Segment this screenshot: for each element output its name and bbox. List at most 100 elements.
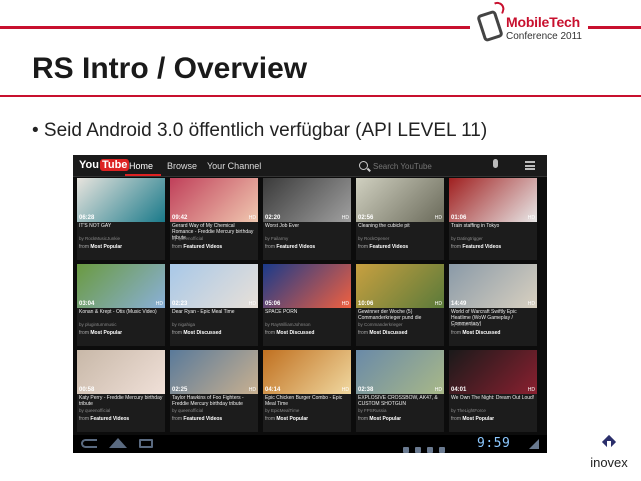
tab-browse[interactable]: Browse (167, 161, 197, 171)
home-icon[interactable] (109, 438, 127, 448)
video-feed-name: Featured Videos (90, 416, 130, 422)
mobiletech-conference-logo: MobileTech Conference 2011 (476, 0, 590, 46)
video-duration: 01:06 (451, 215, 467, 221)
hd-badge: HD (434, 215, 442, 221)
youtube-logo[interactable]: You Tube (79, 159, 130, 173)
video-feed: from Featured Videos (79, 416, 129, 422)
video-uploader: by queenofficial (172, 236, 204, 241)
video-duration: 02:56 (358, 215, 374, 221)
video-card[interactable]: 06:28 IT'S NOT GAY by RockMusicJunkie from … (77, 178, 165, 260)
signal-icon (529, 439, 539, 449)
video-uploader: by RayWilliamJohnson (265, 322, 311, 327)
video-title[interactable]: Epic Chicken Burger Combo - Epic Meal Ti… (265, 395, 349, 407)
header-rule-left (0, 26, 470, 29)
video-title[interactable]: Train staffing in Tokyo (451, 223, 535, 229)
video-feed-prefix: from (358, 330, 368, 336)
status-clock[interactable]: 9:59 (477, 436, 510, 451)
youtube-logo-you: You (79, 159, 99, 171)
video-title[interactable]: Gewinner der Woche (5) Commanderkrieger … (358, 309, 442, 321)
notification-icon (415, 447, 421, 453)
video-feed-prefix: from (79, 416, 89, 422)
active-tab-indicator (125, 174, 161, 176)
video-feed: from Most Discussed (451, 330, 500, 336)
video-feed-name: Most Discussed (183, 330, 222, 336)
menu-icon[interactable] (525, 161, 535, 170)
video-card[interactable]: 05:06 HD SPACE PORN by RayWilliamJohnson fro… (263, 264, 351, 346)
hd-badge: HD (341, 387, 349, 393)
video-feed: from Most Popular (79, 244, 122, 250)
video-title[interactable]: Taylor Hawkins of Foo Fighters - Freddie… (172, 395, 256, 407)
video-feed: from Most Popular (265, 416, 308, 422)
header-rule-right (588, 26, 641, 29)
video-card[interactable]: 04:01 HD We Own The Night: Dream Out Loud!… (449, 350, 537, 432)
tab-home[interactable]: Home (129, 161, 153, 171)
video-duration: 02:38 (358, 387, 374, 393)
video-card[interactable]: 02:56 HD Cleaning the cubicle pit by RockOp… (356, 178, 444, 260)
video-feed-prefix: from (79, 330, 89, 336)
video-duration: 03:04 (79, 301, 95, 307)
video-uploader: by Failarmy (265, 236, 289, 241)
video-title[interactable]: Cleaning the cubicle pit (358, 223, 442, 229)
video-feed-name: Most Popular (369, 416, 402, 422)
video-grid: 06:28 IT'S NOT GAY by RockMusicJunkie from … (75, 178, 545, 434)
video-feed-name: Most Discussed (276, 330, 315, 336)
video-card[interactable]: 04:14 HD Epic Chicken Burger Combo - Epic … (263, 350, 351, 432)
hd-badge: HD (527, 387, 535, 393)
video-feed-prefix: from (172, 244, 182, 250)
video-card[interactable]: 10:06 HD Gewinner der Woche (5) Commanderk… (356, 264, 444, 346)
video-feed-name: Most Popular (462, 416, 495, 422)
system-bar: 9:59 (73, 435, 547, 453)
video-card[interactable]: 03:04 HD Konan & Krept - Otis (Music Video… (77, 264, 165, 346)
notification-icon (427, 447, 433, 453)
video-card[interactable]: 09:42 HD Gerard Way of My Chemical Romance… (170, 178, 258, 260)
video-feed: from Most Popular (451, 416, 494, 422)
tab-your-channel[interactable]: Your Channel (207, 161, 261, 171)
notification-icon (439, 447, 445, 453)
video-feed-prefix: from (451, 330, 461, 336)
video-feed-name: Featured Videos (369, 244, 409, 250)
video-card[interactable]: 00:58 Katy Perry - Freddie Mercury birthd… (77, 350, 165, 432)
video-feed: from Featured Videos (358, 244, 408, 250)
video-feed-prefix: from (358, 244, 368, 250)
video-feed-name: Featured Videos (462, 244, 502, 250)
video-uploader: by EpicMealTime (265, 408, 300, 413)
recent-apps-icon[interactable] (139, 439, 153, 448)
search-icon[interactable] (359, 161, 368, 170)
video-uploader: by Commanderkrieger (358, 322, 403, 327)
back-icon[interactable] (81, 439, 97, 448)
video-uploader: by RockMusicJunkie (79, 236, 121, 241)
video-title[interactable]: Katy Perry - Freddie Mercury birthday tr… (79, 395, 163, 407)
video-title[interactable]: Konan & Krept - Otis (Music Video) (79, 309, 163, 315)
video-uploader: by Jesse Cox (451, 322, 479, 327)
video-feed-prefix: from (451, 416, 461, 422)
hd-badge: HD (434, 387, 442, 393)
tablet-screenshot: YouTube Home Browse Your Channel 06:28 IT… (73, 155, 547, 453)
video-card[interactable]: 01:06 HD Train staffing in Tokyo by Datingt… (449, 178, 537, 260)
video-card[interactable]: 02:38 HD EXPLOSIVE CROSSBOW, AK47, & CUSTO… (356, 350, 444, 432)
video-feed-prefix: from (451, 244, 461, 250)
slide-title: RS Intro / Overview (32, 52, 308, 85)
video-card[interactable]: 02:20 HD Worst Job Ever by Failarmy from Fea… (263, 178, 351, 260)
video-card[interactable]: 02:25 HD Taylor Hawkins of Foo Fighters - … (170, 350, 258, 432)
video-duration: 02:23 (172, 301, 188, 307)
video-title[interactable]: Dear Ryan - Epic Meal Time (172, 309, 256, 315)
video-feed: from Most Popular (79, 330, 122, 336)
video-card[interactable]: 14:49 HD World of Warcraft Swiftly Epic He… (449, 264, 537, 346)
video-feed-name: Featured Videos (183, 416, 223, 422)
video-feed-name: Most Discussed (369, 330, 408, 336)
video-feed-prefix: from (265, 330, 275, 336)
notification-icons[interactable] (403, 440, 483, 453)
video-title[interactable]: Worst Job Ever (265, 223, 349, 229)
video-title[interactable]: EXPLOSIVE CROSSBOW, AK47, & CUSTOM SHOTG… (358, 395, 442, 407)
microphone-icon[interactable] (493, 159, 498, 168)
video-card[interactable]: 02:23 HD Dear Ryan - Epic Meal Time by niga… (170, 264, 258, 346)
video-duration: 02:20 (265, 215, 281, 221)
video-feed-prefix: from (172, 330, 182, 336)
video-title[interactable]: IT'S NOT GAY (79, 223, 163, 229)
video-title[interactable]: SPACE PORN (265, 309, 349, 315)
search-input[interactable] (373, 160, 483, 172)
hd-badge: HD (434, 301, 442, 307)
hd-badge: HD (527, 215, 535, 221)
video-feed-name: Featured Videos (183, 244, 223, 250)
video-title[interactable]: We Own The Night: Dream Out Loud! (451, 395, 535, 401)
